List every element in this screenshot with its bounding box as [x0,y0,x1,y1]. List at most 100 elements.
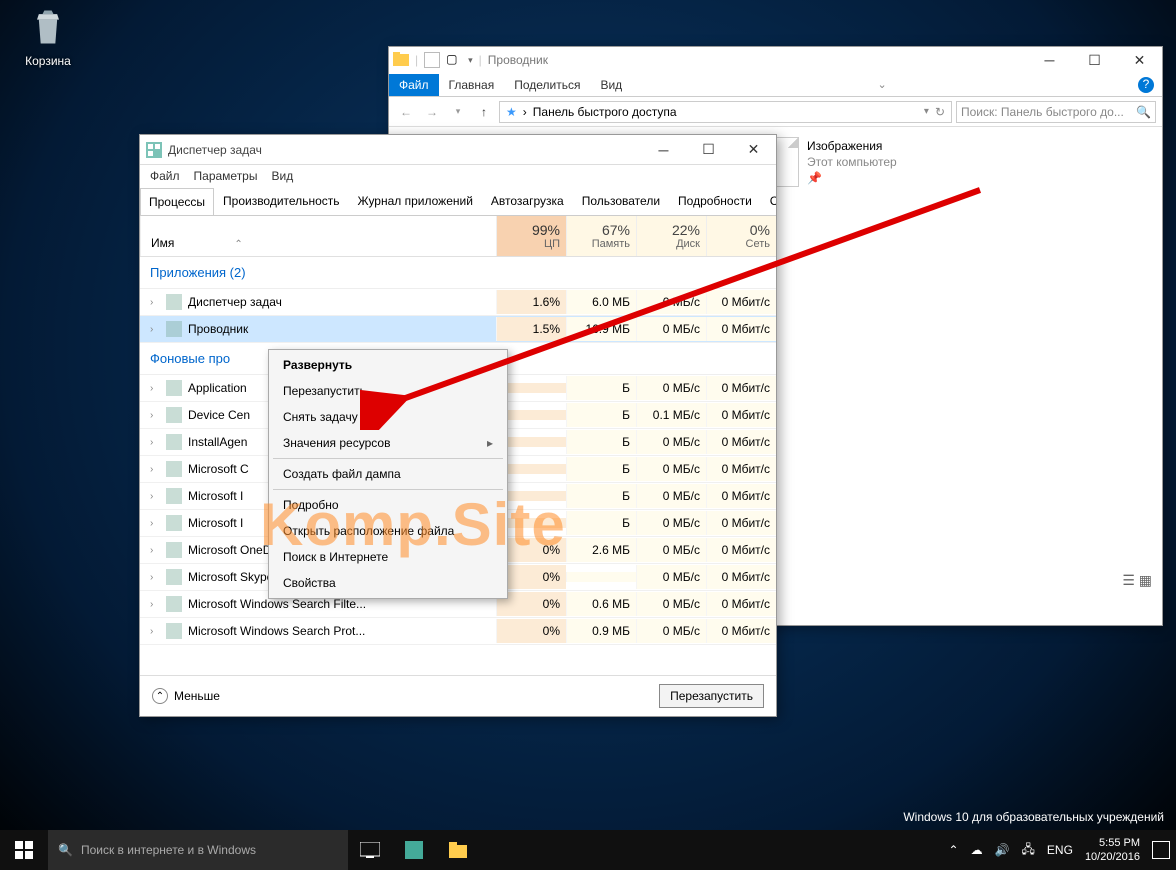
explorer-title: Проводник [488,53,548,67]
ribbon-expand-icon[interactable]: ⌄ [877,78,886,91]
col-name[interactable]: Имя [151,236,174,250]
expand-icon[interactable]: › [150,545,160,556]
chevron-right-icon: ▸ [487,436,493,450]
nav-drop-icon[interactable]: ▾ [447,101,469,123]
tm-menu-params[interactable]: Параметры [194,169,258,183]
ctx-expand[interactable]: Развернуть [269,352,507,378]
tm-tab[interactable]: Подробности [669,187,761,215]
group-apps: Приложения (2) [140,257,776,289]
help-icon[interactable]: ? [1138,77,1154,93]
taskbar-explorer-icon[interactable] [436,830,480,870]
process-icon [166,623,182,639]
expand-icon[interactable]: › [150,518,160,529]
process-icon [166,294,182,310]
view-details-icon[interactable]: ☰ [1122,572,1135,588]
tm-tab[interactable]: Автозагрузка [482,187,573,215]
process-icon [166,380,182,396]
col-cpu[interactable]: 99%ЦП [496,216,566,256]
tray-lang[interactable]: ENG [1047,843,1073,857]
process-row[interactable]: ›Проводник1.5%16.9 МБ0 МБ/с0 Мбит/с [140,316,776,343]
tm-minimize[interactable]: ─ [641,136,686,164]
expand-icon[interactable]: › [150,572,160,583]
ribbon-home[interactable]: Главная [439,74,505,96]
tm-close[interactable]: ✕ [731,136,776,164]
process-icon [166,488,182,504]
process-name: Microsoft Windows Search Filte... [188,597,366,611]
addr-drop-icon[interactable]: ▾ [924,106,929,117]
start-button[interactable] [0,830,48,870]
expand-icon[interactable]: › [150,626,160,637]
explorer-minimize[interactable]: ─ [1027,46,1072,74]
ctx-endtask[interactable]: Снять задачу [269,404,507,430]
tm-tab[interactable]: С... [761,187,776,215]
explorer-close[interactable]: ✕ [1117,46,1162,74]
tm-menu-file[interactable]: Файл [150,169,180,183]
col-net[interactable]: 0%Сеть [706,216,776,256]
tray-volume-icon[interactable]: 🔊 [995,843,1010,857]
process-icon [166,321,182,337]
ctx-restart[interactable]: Перезапустить [269,378,507,404]
process-name: Microsoft C [188,462,249,476]
process-row[interactable]: ›Microsoft Windows Search Prot...0%0.9 М… [140,618,776,645]
expand-icon[interactable]: › [150,464,160,475]
explorer-maximize[interactable]: ☐ [1072,46,1117,74]
tm-tab[interactable]: Процессы [140,188,214,216]
qat-new-icon[interactable]: ▢ [446,52,462,68]
process-name: Проводник [188,322,248,336]
ctx-search[interactable]: Поиск в Интернете [269,544,507,570]
process-name: Диспетчер задач [188,295,282,309]
col-disk[interactable]: 22%Диск [636,216,706,256]
ctx-props[interactable]: Свойства [269,570,507,596]
expand-icon[interactable]: › [150,297,160,308]
tray-onedrive-icon[interactable]: ☁ [971,843,983,857]
process-name: Microsoft Skype [188,570,273,584]
restart-button[interactable]: Перезапустить [659,684,764,708]
pin-icon: 📌 [807,170,897,186]
tm-maximize[interactable]: ☐ [686,136,731,164]
expand-icon[interactable]: › [150,324,160,335]
col-mem[interactable]: 67%Память [566,216,636,256]
ctx-details[interactable]: Подробно [269,492,507,518]
nav-up-icon[interactable]: ↑ [473,101,495,123]
ctx-dump[interactable]: Создать файл дампа [269,461,507,487]
taskbar-taskmgr-icon[interactable] [392,830,436,870]
fewer-details-icon[interactable]: ⌃ [152,688,168,704]
tm-tab[interactable]: Производительность [214,187,348,215]
tm-menu-view[interactable]: Вид [271,169,293,183]
ribbon-file[interactable]: Файл [389,74,439,96]
explorer-icon [393,51,409,70]
tray-up-icon[interactable]: ⌃ [949,843,959,857]
tray-network-icon[interactable]: 🖧 [1022,840,1035,861]
expand-icon[interactable]: › [150,599,160,610]
nav-fwd-icon[interactable]: → [421,101,443,123]
qat-dropdown-icon[interactable]: ▾ [468,55,473,66]
expand-icon[interactable]: › [150,437,160,448]
tray-clock[interactable]: 5:55 PM 10/20/2016 [1085,836,1140,864]
expand-icon[interactable]: › [150,410,160,421]
search-icon: 🔍 [58,843,73,857]
context-menu: Развернуть Перезапустить Снять задачу Зн… [268,349,508,599]
ribbon-view[interactable]: Вид [590,74,632,96]
taskbar: 🔍 Поиск в интернете и в Windows ⌃ ☁ 🔊 🖧 … [0,830,1176,870]
expand-icon[interactable]: › [150,383,160,394]
refresh-icon[interactable]: ↻ [935,105,945,119]
explorer-search[interactable]: Поиск: Панель быстрого до... 🔍 [956,101,1156,123]
ctx-resources[interactable]: Значения ресурсов▸ [269,430,507,456]
tray-notifications-icon[interactable] [1152,841,1170,859]
folder-sub: Этот компьютер [807,154,897,170]
ribbon-share[interactable]: Поделиться [504,74,590,96]
view-large-icon[interactable]: ▦ [1139,572,1152,588]
nav-back-icon[interactable]: ← [395,101,417,123]
ctx-openloc[interactable]: Открыть расположение файла [269,518,507,544]
desktop-recycle-bin[interactable]: Корзина [18,5,78,68]
tm-tab[interactable]: Журнал приложений [349,187,482,215]
tm-tab[interactable]: Пользователи [573,187,669,215]
expand-icon[interactable]: › [150,491,160,502]
task-view-icon[interactable] [348,830,392,870]
qat-props-icon[interactable] [424,52,440,68]
process-row[interactable]: ›Диспетчер задач1.6%6.0 МБ0 МБ/с0 Мбит/с [140,289,776,316]
folder-item[interactable]: ИзображенияЭтот компьютер📌 [759,137,1049,187]
taskbar-search[interactable]: 🔍 Поиск в интернете и в Windows [48,830,348,870]
fewer-details[interactable]: Меньше [174,689,220,703]
address-bar[interactable]: ★ › Панель быстрого доступа ▾ ↻ [499,101,952,123]
